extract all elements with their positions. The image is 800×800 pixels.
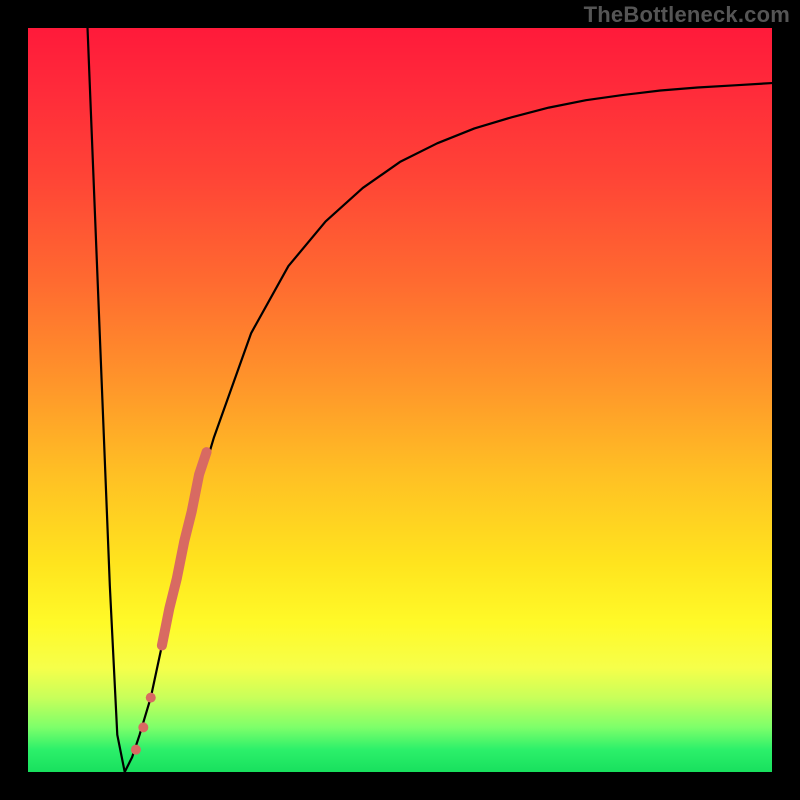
plot-area (28, 28, 772, 772)
watermark-text: TheBottleneck.com (584, 2, 790, 28)
highlight-segment (162, 452, 207, 645)
highlight-dots (131, 693, 156, 755)
highlight-dot (146, 693, 156, 703)
highlight-dot (138, 722, 148, 732)
main-curve (88, 28, 772, 772)
highlight-dot (131, 745, 141, 755)
chart-frame: TheBottleneck.com (0, 0, 800, 800)
chart-svg (28, 28, 772, 772)
